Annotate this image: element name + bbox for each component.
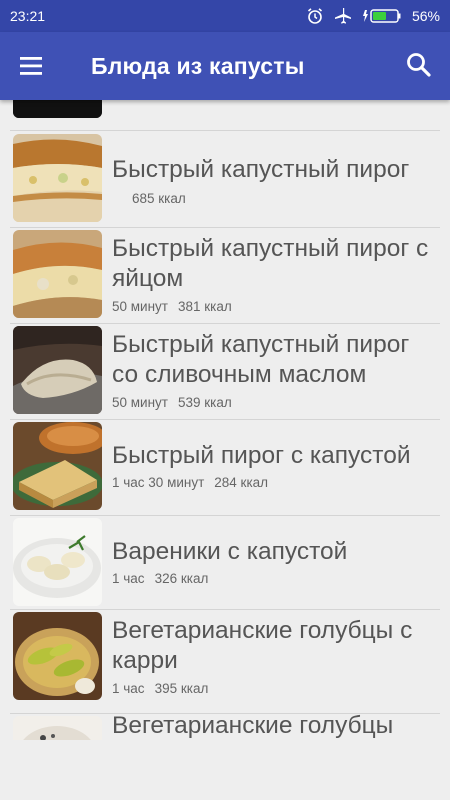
status-icons: 56% xyxy=(306,7,440,25)
recipe-row[interactable]: Вареники с капустой 1 час 326 ккал xyxy=(10,515,440,610)
recipe-thumbnail xyxy=(13,100,102,118)
recipe-kcal: 539 ккал xyxy=(177,395,232,410)
recipe-row[interactable]: Быстрый капустный пирог 685 ккал xyxy=(10,131,440,228)
battery-icon xyxy=(362,8,402,24)
airplane-mode-icon xyxy=(334,7,352,25)
menu-button[interactable] xyxy=(16,52,48,80)
recipe-time: 50 минут xyxy=(112,395,168,410)
status-time: 23:21 xyxy=(10,8,46,24)
recipe-thumbnail xyxy=(13,134,102,222)
recipe-kcal: 284 ккал xyxy=(214,475,269,490)
recipe-meta: 50 минут 539 ккал xyxy=(112,395,232,410)
recipe-kcal: 395 ккал xyxy=(154,681,209,696)
app-title: Блюда из капусты xyxy=(91,53,305,79)
recipe-kcal: 381 ккал xyxy=(177,299,232,314)
battery-percent: 56% xyxy=(411,8,440,24)
search-icon xyxy=(407,53,431,77)
recipe-thumbnail xyxy=(13,230,102,318)
recipe-thumbnail xyxy=(13,422,102,510)
recipe-meta: 1 час 30 минут 284 ккал xyxy=(112,475,268,490)
recipe-meta: 1 час 395 ккал xyxy=(112,681,208,696)
recipe-row[interactable]: Вегетарианские голубцы с карри 1 час 395 … xyxy=(10,609,440,714)
recipe-meta: 50 минут 381 ккал xyxy=(112,299,232,314)
recipe-thumbnail xyxy=(13,612,102,700)
recipe-title: Быстрый капустный пирог xyxy=(112,156,410,183)
recipe-title: Вегетарианские голубцы xyxy=(112,712,394,739)
alarm-icon xyxy=(306,7,324,25)
recipe-list[interactable]: Быстрый капустный пирог 685 ккал Быстрый… xyxy=(0,100,450,740)
recipe-row[interactable]: Быстрый капустный пирог с яйцом 50 минут… xyxy=(10,227,440,324)
recipe-meta xyxy=(112,100,122,115)
recipe-kcal: 326 ккал xyxy=(154,571,209,586)
recipe-meta: 1 час 326 ккал xyxy=(112,571,208,586)
recipe-thumbnail xyxy=(13,326,102,414)
recipe-row[interactable]: Быстрый капустный пирог со сливочным мас… xyxy=(10,323,440,420)
recipe-time: 1 час xyxy=(112,571,145,586)
recipe-time: 1 час xyxy=(112,681,145,696)
recipe-row-partial-bottom[interactable]: Вегетарианские голубцы xyxy=(10,712,440,740)
recipe-row[interactable]: Быстрый пирог с капустой 1 час 30 минут 2… xyxy=(10,419,440,516)
recipe-title: Быстрый капустный пирог с яйцом xyxy=(112,235,429,292)
app-bar: Блюда из капусты xyxy=(0,32,450,100)
recipe-meta: 685 ккал xyxy=(122,191,186,206)
status-bar: 23:21 56% xyxy=(0,0,450,32)
search-button[interactable] xyxy=(404,50,434,80)
recipe-time: 1 час 30 минут xyxy=(112,475,205,490)
recipe-title: Вареники с капустой xyxy=(112,538,348,565)
recipe-row-partial-top[interactable] xyxy=(10,100,440,131)
recipe-title: Быстрый капустный пирог со сливочным мас… xyxy=(112,331,410,388)
recipe-kcal: 685 ккал xyxy=(132,191,186,206)
recipe-title: Вегетарианские голубцы с карри xyxy=(112,617,413,674)
recipe-thumbnail xyxy=(13,716,102,740)
menu-icon xyxy=(20,57,42,75)
recipe-title: Быстрый пирог с капустой xyxy=(112,442,411,469)
recipe-thumbnail xyxy=(13,518,102,606)
recipe-time: 50 минут xyxy=(112,299,168,314)
